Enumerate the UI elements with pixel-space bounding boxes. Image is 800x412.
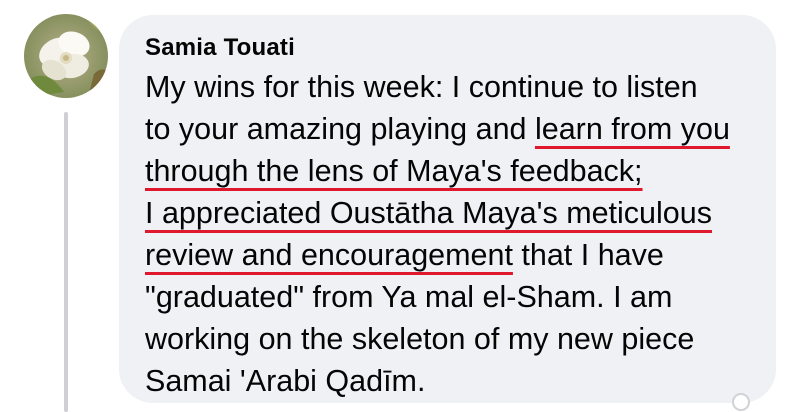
comment-line: working on the skeleton of my new piece	[145, 318, 756, 360]
comment-line: review and encouragement that I have	[145, 234, 756, 276]
comment-text: My wins for this week: I continue to lis…	[145, 66, 756, 402]
reaction-indicator	[732, 393, 750, 411]
underlined-text: I appreciated Oustātha Maya's meticulous	[145, 196, 712, 230]
comment-text-segment: "graduated" from Ya mal el-Sham. I am	[145, 280, 673, 314]
underlined-text: review and encouragement	[145, 238, 513, 272]
comment-text-segment: working on the skeleton of my new piece	[145, 322, 695, 356]
comment-bubble: Samia Touati My wins for this week: I co…	[119, 15, 776, 411]
comment-text-segment: My wins for this week: I continue to lis…	[145, 70, 698, 104]
underlined-text: through the lens of Maya's feedback;	[145, 154, 643, 188]
comment-line: Samai 'Arabi Qadīm.	[145, 360, 756, 402]
avatar[interactable]	[24, 14, 108, 98]
comment-line: "graduated" from Ya mal el-Sham. I am	[145, 276, 756, 318]
comment-text-segment: Samai 'Arabi Qadīm.	[145, 364, 426, 398]
comment-text-segment: that I have	[512, 238, 664, 272]
underlined-text: learn from you	[534, 112, 730, 146]
white-flower-avatar-icon	[24, 14, 108, 98]
comment-text-segment: to your amazing playing and	[145, 112, 535, 146]
comment-line: I appreciated Oustātha Maya's meticulous	[145, 192, 756, 234]
comment-line: to your amazing playing and learn from y…	[145, 108, 756, 150]
comment-author[interactable]: Samia Touati	[145, 32, 756, 64]
thread-line	[64, 112, 68, 412]
comment-line: My wins for this week: I continue to lis…	[145, 66, 756, 108]
comment-line: through the lens of Maya's feedback;	[145, 150, 756, 192]
